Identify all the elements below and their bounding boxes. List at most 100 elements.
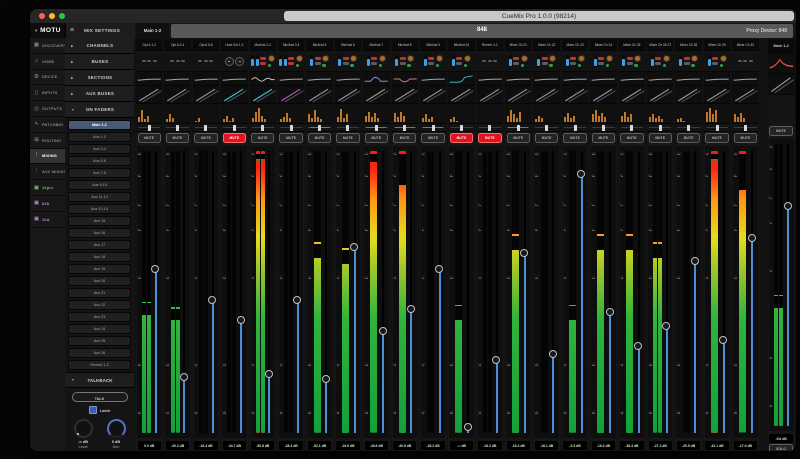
eq-thumbnail[interactable] [448,72,474,86]
eq-thumbnail[interactable] [647,72,673,86]
pad-toggle[interactable] [712,62,718,65]
phantom-48v-toggle[interactable] [288,57,294,60]
on-faders-item-aux-18[interactable]: Aux 18 [68,252,131,262]
solo-button[interactable]: SOLO [769,444,793,451]
channel-scribble-strip[interactable]: Mixer Ch 30 [732,39,758,51]
channel-scribble-strip[interactable]: Reverb 1-2 [477,39,503,51]
monitor-enable-dot[interactable] [407,64,411,68]
pan-handle[interactable] [659,125,662,131]
trim-slider[interactable] [367,55,370,67]
eq-thumbnail[interactable] [590,72,616,86]
mute-button[interactable]: MUTE [450,133,473,143]
mute-button[interactable]: MUTE [166,133,189,143]
dynamics-thumbnail[interactable] [448,86,474,104]
fader-knob[interactable] [492,356,500,364]
phantom-48v-toggle[interactable] [315,57,321,60]
pad-toggle[interactable] [371,62,377,65]
monitor-enable-dot[interactable] [578,64,582,68]
pad-toggle[interactable] [343,62,349,65]
channel-scribble-strip[interactable]: Mic/Inst 6 [335,39,361,51]
on-faders-item-aux-25[interactable]: Aux 25 [68,336,131,346]
channel-scribble-strip[interactable]: Host Out 1-2 [221,39,247,51]
mute-button[interactable]: MUTE [705,133,728,143]
channel-scribble-strip[interactable]: Mic/Inst 8 [392,39,418,51]
pan-control[interactable] [250,124,276,132]
eq-thumbnail[interactable] [562,72,588,86]
pan-control[interactable] [704,124,730,132]
gain-knob[interactable] [436,55,443,62]
sidebar-item-discovery[interactable]: ▦DISCOVERY [30,38,65,54]
mute-button[interactable]: MUTE [620,133,643,143]
on-faders-item-aux-23[interactable]: Aux 23 [68,312,131,322]
phantom-48v-toggle[interactable] [655,57,661,60]
on-faders-item-main-1-2[interactable]: Main 1-2 [68,120,131,130]
eq-thumbnail[interactable] [675,72,701,86]
gain-knob[interactable] [350,55,357,62]
monitor-enable-dot[interactable] [634,64,638,68]
pan-control[interactable] [477,124,503,132]
gain-knob[interactable] [268,55,275,62]
fader-knob[interactable] [322,375,330,383]
on-faders-item-aux-3-4[interactable]: Aux 3-4 [68,144,131,154]
monitor-enable-dot[interactable] [296,64,300,68]
current-mix-tab[interactable]: Main 1-2 [136,23,169,38]
talkback-dim-knob[interactable] [107,419,126,438]
hamburger-menu-icon[interactable]: ≡ [70,27,74,34]
gain-knob[interactable] [720,55,727,62]
phantom-48v-toggle[interactable] [684,57,690,60]
on-faders-item-aux-11-12[interactable]: Aux 11-12 [68,192,131,202]
latch-checkbox[interactable] [89,406,97,414]
phantom-48v-toggle[interactable] [371,57,377,60]
zoom-window-button[interactable] [59,13,65,19]
on-faders-item-aux-15[interactable]: Aux 15 [68,216,131,226]
trim-slider[interactable] [651,55,654,67]
pan-control[interactable] [533,124,559,132]
eq-thumbnail[interactable] [164,72,190,86]
pad-toggle[interactable] [400,62,406,65]
mute-button[interactable]: MUTE [308,133,331,143]
mute-button[interactable]: MUTE [365,133,388,143]
trim-slider[interactable] [251,55,254,67]
pan-handle[interactable] [744,125,747,131]
mute-button[interactable]: MUTE [563,133,586,143]
on-faders-item-aux-16[interactable]: Aux 16 [68,228,131,238]
pan-control[interactable] [306,124,332,132]
dynamics-thumbnail[interactable] [164,86,190,104]
minimize-window-button[interactable] [49,13,55,19]
phantom-48v-toggle[interactable] [400,57,406,60]
channel-scribble-strip[interactable]: Main 1-2 [768,39,795,53]
dynamics-thumbnail[interactable] [533,86,559,104]
pan-handle[interactable] [687,125,690,131]
gain-knob[interactable] [464,55,471,62]
trim-slider[interactable] [509,55,512,67]
gain-knob[interactable] [322,55,329,62]
channel-scribble-strip[interactable]: Mixer Ch 21 [505,39,531,51]
on-faders-item-aux-13-14[interactable]: Aux 13-14 [68,204,131,214]
dynamics-thumbnail[interactable] [250,86,276,104]
gain-knob[interactable] [634,55,641,62]
pan-control[interactable] [278,124,304,132]
phantom-48v-toggle[interactable] [570,57,576,60]
fader-knob[interactable] [520,249,528,257]
eq-thumbnail[interactable] [306,72,332,86]
fader-knob[interactable] [350,243,358,251]
pad-toggle[interactable] [456,62,462,65]
sidebar-item-mixing[interactable]: ⫶MIXING [30,149,65,165]
pan-handle[interactable] [375,125,378,131]
phantom-48v-toggle[interactable] [260,57,266,60]
fader-knob[interactable] [435,265,443,273]
channel-scribble-strip[interactable]: Mixer Ch 22 [533,39,559,51]
on-faders-item-aux-5-6[interactable]: Aux 5-6 [68,156,131,166]
pad-toggle[interactable] [627,62,633,65]
dynamics-thumbnail[interactable] [675,86,701,104]
pan-handle[interactable] [318,125,321,131]
monitor-enable-dot[interactable] [549,64,553,68]
mute-button[interactable]: MUTE [279,133,302,143]
on-faders-item-aux-20[interactable]: Aux 20 [68,276,131,286]
monitor-enable-dot[interactable] [691,64,695,68]
trim-slider[interactable] [424,55,427,67]
eq-thumbnail[interactable] [619,72,645,86]
pan-handle[interactable] [176,125,179,131]
mute-button[interactable]: MUTE [734,133,757,143]
pan-handle[interactable] [346,125,349,131]
